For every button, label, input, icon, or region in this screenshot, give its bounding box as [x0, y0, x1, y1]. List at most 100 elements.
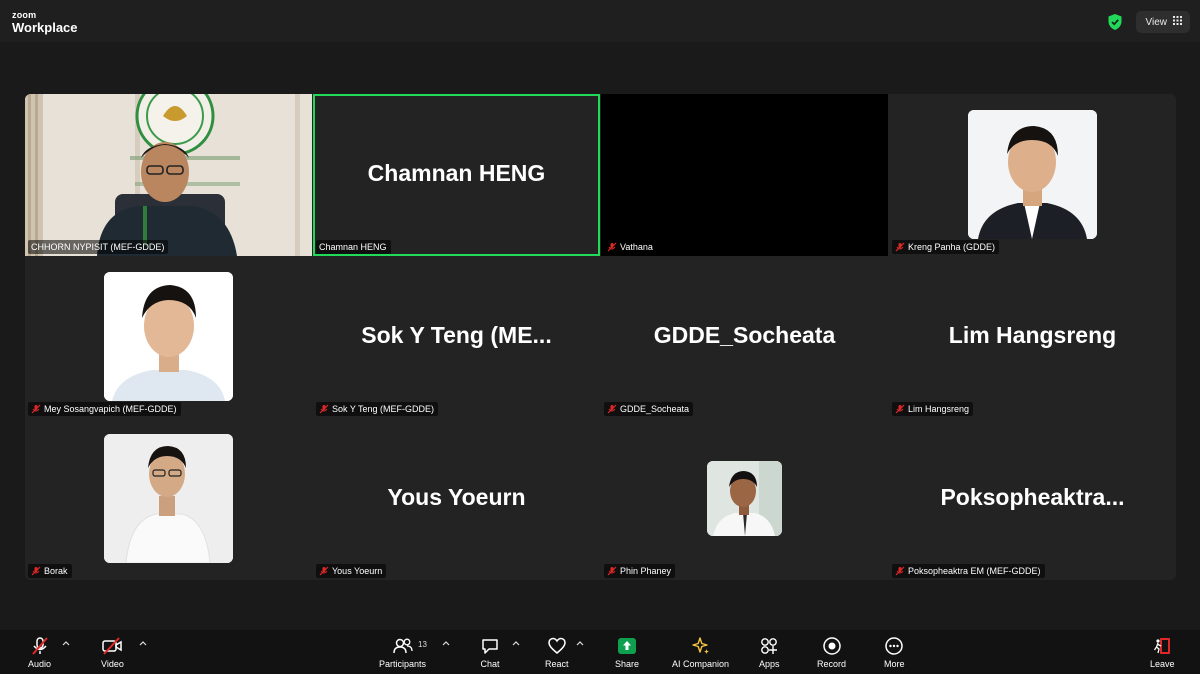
mic-muted-icon — [607, 242, 617, 252]
audio-options-chevron-up-icon[interactable] — [62, 640, 70, 646]
heart-react-icon — [547, 636, 567, 656]
participant-name-label: Vathana — [604, 240, 657, 254]
gallery-grid: CHHORN NYPISIT (MEF-GDDE) Chamnan HENG C… — [25, 94, 1176, 580]
participant-name-label: GDDE_Socheata — [604, 402, 694, 416]
leave-label: Leave — [1150, 659, 1175, 669]
audio-button[interactable]: Audio — [28, 636, 51, 669]
view-button[interactable]: View — [1135, 11, 1190, 33]
participant-tile-borak[interactable]: Borak — [25, 418, 312, 580]
participant-profile-photo — [104, 272, 233, 401]
participant-display-name: Sok Y Teng (ME... — [361, 322, 552, 348]
react-button[interactable]: React — [545, 636, 569, 669]
participant-name-label: Yous Yoeurn — [316, 564, 387, 578]
participant-name-label: Sok Y Teng (MEF-GDDE) — [316, 402, 439, 416]
mic-muted-icon — [30, 636, 50, 656]
participant-profile-photo — [104, 434, 233, 563]
share-screen-icon — [617, 636, 637, 656]
participant-tile-poksopheaktra-em[interactable]: Poksopheaktra... Poksopheaktra EM (MEF-G… — [889, 418, 1176, 580]
leave-button[interactable]: Leave — [1150, 636, 1175, 669]
ai-companion-button[interactable]: AI Companion — [672, 636, 729, 669]
mic-muted-icon — [319, 404, 329, 414]
participant-tile-kreng-panha[interactable]: Kreng Panha (GDDE) — [889, 94, 1176, 256]
mic-muted-icon — [607, 566, 617, 576]
participant-tile-gdde-socheata[interactable]: GDDE_Socheata GDDE_Socheata — [601, 256, 888, 418]
meeting-controls-toolbar: Audio Video Participants 13 Chat React S… — [0, 630, 1200, 674]
mic-muted-icon — [31, 404, 41, 414]
participant-tile-vathana[interactable]: Vathana — [601, 94, 888, 256]
mic-muted-icon — [31, 566, 41, 576]
participant-name: GDDE_Socheata — [620, 404, 690, 414]
participant-name-label: Kreng Panha (GDDE) — [892, 240, 1000, 254]
participant-name: Mey Sosangvapich (MEF-GDDE) — [44, 404, 177, 414]
mic-muted-icon — [895, 404, 905, 414]
participant-name: Lim Hangsreng — [908, 404, 970, 414]
participant-name-label: CHHORN NYPISIT (MEF-GDDE) — [28, 240, 169, 254]
participant-profile-photo — [707, 461, 782, 536]
chat-button[interactable]: Chat — [480, 636, 500, 669]
react-options-chevron-up-icon[interactable] — [576, 640, 584, 646]
participant-name-label: Borak — [28, 564, 72, 578]
mic-muted-icon — [895, 242, 905, 252]
participant-tile-mey-sosangvapich[interactable]: Mey Sosangvapich (MEF-GDDE) — [25, 256, 312, 418]
participant-name: Kreng Panha (GDDE) — [908, 242, 996, 252]
apps-icon — [759, 636, 779, 656]
participant-video — [25, 94, 312, 256]
chat-options-chevron-up-icon[interactable] — [512, 640, 520, 646]
participant-tile-chhorn-nypisit[interactable]: CHHORN NYPISIT (MEF-GDDE) — [25, 94, 312, 256]
participant-name-label: Lim Hangsreng — [892, 402, 974, 416]
chat-bubble-icon — [480, 636, 500, 656]
participant-tile-yous-yoeurn[interactable]: Yous Yoeurn Yous Yoeurn — [313, 418, 600, 580]
record-label: Record — [817, 659, 847, 669]
mic-muted-icon — [895, 566, 905, 576]
more-options-icon — [884, 636, 904, 656]
share-label: Share — [615, 659, 640, 669]
participant-name-label: Poksopheaktra EM (MEF-GDDE) — [892, 564, 1045, 578]
participants-count: 13 — [418, 640, 427, 649]
participant-display-name: Poksopheaktra... — [940, 484, 1125, 510]
view-label: View — [1145, 16, 1168, 28]
record-button[interactable]: Record — [817, 636, 846, 669]
brand-top-text: zoom — [12, 10, 37, 20]
grid-view-icon — [1173, 16, 1182, 28]
participants-icon — [392, 636, 414, 656]
participant-tile-lim-hangsreng[interactable]: Lim Hangsreng Lim Hangsreng — [889, 256, 1176, 418]
participants-options-chevron-up-icon[interactable] — [442, 640, 450, 646]
participant-profile-photo — [968, 110, 1097, 239]
participant-name: Sok Y Teng (MEF-GDDE) — [332, 404, 435, 414]
video-off-icon — [101, 636, 123, 656]
encryption-shield-icon[interactable] — [1108, 14, 1122, 30]
apps-label: Apps — [759, 659, 780, 669]
ai-sparkle-icon — [691, 636, 711, 656]
more-button[interactable]: More — [884, 636, 905, 669]
participants-label: Participants — [379, 659, 427, 669]
participant-name: Chamnan HENG — [319, 242, 387, 252]
participant-display-name: Yous Yoeurn — [387, 484, 526, 510]
participant-name: CHHORN NYPISIT (MEF-GDDE) — [31, 242, 165, 252]
video-button[interactable]: Video — [101, 636, 124, 669]
video-label: Video — [101, 659, 124, 669]
participant-name-label: Chamnan HENG — [316, 240, 391, 254]
brand-bottom-text: Workplace — [12, 20, 78, 35]
chat-label: Chat — [480, 659, 500, 669]
participant-display-name: GDDE_Socheata — [653, 322, 836, 348]
ai-companion-label: AI Companion — [672, 659, 730, 669]
participant-name-label: Mey Sosangvapich (MEF-GDDE) — [28, 402, 181, 416]
audio-label: Audio — [28, 659, 52, 669]
react-label: React — [545, 659, 569, 669]
record-icon — [822, 636, 842, 656]
video-options-chevron-up-icon[interactable] — [139, 640, 147, 646]
participant-name: Phin Phaney — [620, 566, 672, 576]
top-bar: zoom Workplace View — [0, 0, 1200, 42]
participant-name: Borak — [44, 566, 68, 576]
participant-display-name: Lim Hangsreng — [948, 322, 1117, 348]
participant-name-label: Phin Phaney — [604, 564, 676, 578]
leave-door-icon — [1152, 636, 1172, 656]
participant-display-name: Chamnan HENG — [367, 160, 546, 186]
zoom-workplace-logo: zoom Workplace — [12, 10, 78, 35]
share-button[interactable]: Share — [615, 636, 639, 669]
participant-tile-phin-phaney[interactable]: Phin Phaney — [601, 418, 888, 580]
participant-tile-chamnan-heng[interactable]: Chamnan HENG Chamnan HENG — [313, 94, 600, 256]
apps-button[interactable]: Apps — [759, 636, 780, 669]
mic-muted-icon — [607, 404, 617, 414]
participant-tile-sok-y-teng[interactable]: Sok Y Teng (ME... Sok Y Teng (MEF-GDDE) — [313, 256, 600, 418]
